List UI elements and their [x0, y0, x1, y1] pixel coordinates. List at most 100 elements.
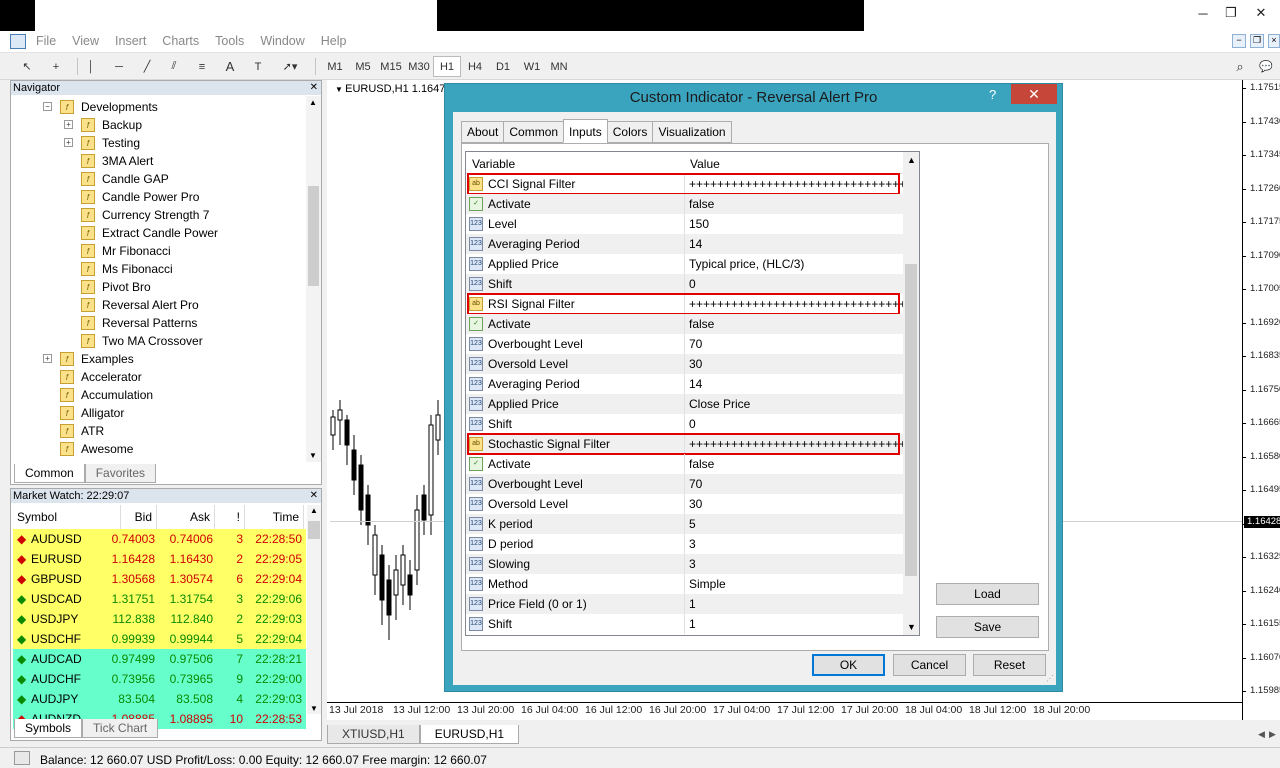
nav-item[interactable]: f Currency Strength 7	[81, 206, 209, 224]
nav-item[interactable]: f Developments	[60, 98, 158, 116]
navigator-scrollbar[interactable]: ▲ ▼	[306, 96, 321, 462]
variable-value[interactable]: 150	[689, 214, 709, 234]
variable-value[interactable]: false	[689, 314, 714, 334]
input-row[interactable]: 123 K period 5	[466, 514, 903, 534]
arrows-dropdown-icon[interactable]: ➚▾	[275, 56, 305, 77]
menu-window[interactable]: Window	[260, 34, 304, 48]
market-watch-row[interactable]: ◆ AUDJPY 83.504 83.508 4 22:29:03	[13, 689, 306, 709]
market-watch-row[interactable]: ◆ AUDCAD 0.97499 0.97506 7 22:28:21	[13, 649, 306, 669]
menu-tools[interactable]: Tools	[215, 34, 244, 48]
tab-common[interactable]: Common	[503, 121, 565, 143]
menu-charts[interactable]: Charts	[162, 34, 199, 48]
nav-item[interactable]: f Two MA Crossover	[81, 332, 203, 350]
mdi-minimize-button[interactable]: −	[1232, 34, 1246, 48]
tab-visualization[interactable]: Visualization	[652, 121, 732, 143]
variable-value[interactable]: 30	[689, 494, 702, 514]
input-row[interactable]: 123 Shift 0	[466, 414, 903, 434]
tab-favorites[interactable]: Favorites	[84, 464, 157, 483]
input-row[interactable]: 123 Shift 1	[466, 614, 903, 634]
timeframe-m5[interactable]: M5	[349, 56, 377, 77]
timeframe-mn[interactable]: MN	[545, 56, 573, 77]
chart-tab[interactable]: EURUSD,H1	[419, 725, 520, 744]
trendline-icon[interactable]: ╱	[136, 56, 158, 77]
nav-item[interactable]: f Examples	[60, 350, 134, 368]
expand-icon[interactable]: +	[64, 138, 73, 147]
market-watch-row[interactable]: ◆ AUDUSD 0.74003 0.74006 3 22:28:50	[13, 529, 306, 549]
menu-insert[interactable]: Insert	[115, 34, 146, 48]
input-row[interactable]: 123 Shift 0	[466, 274, 903, 294]
nav-item[interactable]: f Extract Candle Power	[81, 224, 218, 242]
chat-icon[interactable]: 💬	[1256, 56, 1276, 77]
variable-value[interactable]: false	[689, 194, 714, 214]
nav-item[interactable]: f Candle GAP	[81, 170, 169, 188]
nav-item[interactable]: f Pivot Bro	[81, 278, 151, 296]
mdi-close-button[interactable]: ×	[1268, 34, 1280, 48]
menu-help[interactable]: Help	[321, 34, 347, 48]
reset-button[interactable]: Reset	[973, 654, 1046, 676]
nav-item[interactable]: f Accumulation	[60, 386, 153, 404]
minimize-button[interactable]: ─	[1191, 4, 1215, 22]
save-button[interactable]: Save	[936, 616, 1039, 638]
input-row[interactable]: 123 Price Field (0 or 1) 1	[466, 594, 903, 614]
column-header[interactable]: Ask	[157, 505, 215, 529]
nav-item[interactable]: f Reversal Alert Pro	[81, 296, 199, 314]
variable-value[interactable]: 1	[689, 614, 696, 634]
crosshair-icon[interactable]: +	[45, 56, 67, 77]
load-button[interactable]: Load	[936, 583, 1039, 605]
resize-grip-icon[interactable]: ⋰	[1046, 674, 1054, 683]
input-row[interactable]: 123 Overbought Level 70	[466, 474, 903, 494]
tab-colors[interactable]: Colors	[606, 121, 654, 143]
column-header[interactable]: Time	[245, 505, 304, 529]
nav-item[interactable]: f Reversal Patterns	[81, 314, 197, 332]
timeframe-d1[interactable]: D1	[489, 56, 517, 77]
nav-item[interactable]: f ATR	[60, 422, 104, 440]
column-header[interactable]: Symbol	[13, 505, 121, 529]
input-row[interactable]: ✓ Activate false	[466, 314, 903, 334]
input-row[interactable]: 123 Averaging Period 14	[466, 234, 903, 254]
timeframe-h1[interactable]: H1	[433, 56, 461, 77]
cursor-icon[interactable]: ↖	[16, 56, 38, 77]
variable-value[interactable]: 0	[689, 274, 696, 294]
ok-button[interactable]: OK	[812, 654, 885, 676]
input-row[interactable]: 123 Applied Price Typical price, (HLC/3)	[466, 254, 903, 274]
fibonacci-icon[interactable]: ≡	[191, 56, 213, 77]
close-icon[interactable]: ✕	[310, 81, 318, 95]
variable-value[interactable]: 1	[689, 594, 696, 614]
market-watch-row[interactable]: ◆ AUDCHF 0.73956 0.73965 9 22:29:00	[13, 669, 306, 689]
nav-item[interactable]: f Backup	[81, 116, 142, 134]
vertical-line-icon[interactable]: │	[80, 56, 102, 77]
timeframe-h4[interactable]: H4	[461, 56, 489, 77]
input-row[interactable]: 123 Oversold Level 30	[466, 354, 903, 374]
mdi-restore-button[interactable]: ❐	[1250, 34, 1264, 48]
nav-item[interactable]: f Candle Power Pro	[81, 188, 199, 206]
timeframe-m15[interactable]: M15	[377, 56, 405, 77]
tab-symbols[interactable]: Symbols	[14, 719, 83, 738]
variable-value[interactable]: 0	[689, 414, 696, 434]
variable-value[interactable]: 3	[689, 534, 696, 554]
input-row[interactable]: ✓ Activate false	[466, 194, 903, 214]
market-watch-row[interactable]: ◆ USDJPY 112.838 112.840 2 22:29:03	[13, 609, 306, 629]
collapse-icon[interactable]: −	[43, 102, 52, 111]
expand-icon[interactable]: +	[43, 354, 52, 363]
market-watch-row[interactable]: ◆ EURUSD 1.16428 1.16430 2 22:29:05	[13, 549, 306, 569]
tab-common[interactable]: Common	[14, 464, 85, 483]
variable-value[interactable]: 70	[689, 474, 702, 494]
tab-inputs[interactable]: Inputs	[563, 119, 608, 143]
chart-tab[interactable]: XTIUSD,H1	[327, 725, 420, 744]
nav-item[interactable]: f Awesome	[60, 440, 133, 458]
help-button[interactable]: ?	[989, 87, 1005, 105]
close-button[interactable]: ✕	[1249, 4, 1273, 22]
tab-scroll-right-icon[interactable]: ▶	[1269, 729, 1276, 740]
market-watch-scrollbar[interactable]: ▲ ▼	[307, 505, 321, 714]
timeframe-m30[interactable]: M30	[405, 56, 433, 77]
nav-item[interactable]: f Accelerator	[60, 368, 142, 386]
input-row[interactable]: 123 Applied Price Close Price	[466, 394, 903, 414]
timeframe-m1[interactable]: M1	[321, 56, 349, 77]
search-icon[interactable]: ⌕	[1230, 56, 1250, 77]
variable-value[interactable]: 3	[689, 554, 696, 574]
nav-item[interactable]: f Mr Fibonacci	[81, 242, 171, 260]
variable-value[interactable]: 5	[689, 514, 696, 534]
nav-item[interactable]: f Testing	[81, 134, 140, 152]
inputs-grid[interactable]: Variable Value ab CCI Signal Filter ++++++…	[465, 151, 920, 636]
input-row[interactable]: ✓ Activate false	[466, 454, 903, 474]
